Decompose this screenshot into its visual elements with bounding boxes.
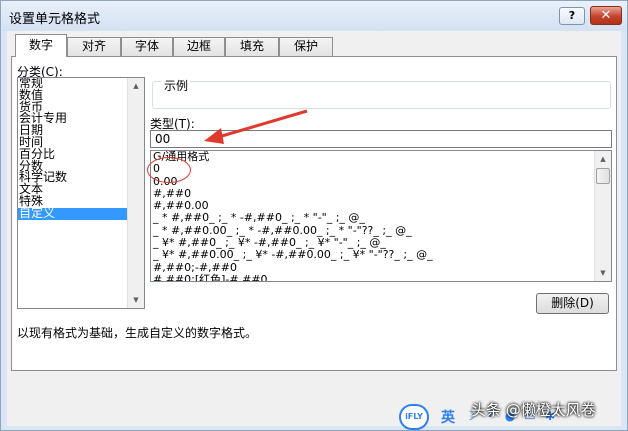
tab-alignment[interactable]: 对齐 <box>67 37 121 56</box>
tab-font[interactable]: 字体 <box>121 37 173 56</box>
scroll-down-arrow-icon[interactable]: ▼ <box>595 265 611 281</box>
tab-fill[interactable]: 填充 <box>225 37 279 56</box>
title-bar[interactable]: 设置单元格格式 ? ✕ <box>1 1 627 31</box>
format-cells-dialog: 设置单元格格式 ? ✕ 数字 对齐 字体 边框 填充 保护 分类(C): 常规 … <box>0 0 628 431</box>
ifly-logo-icon[interactable]: iFLY <box>399 404 429 430</box>
format-item[interactable]: 0.00 <box>151 175 611 188</box>
category-item-custom[interactable]: 自定义 <box>18 207 144 220</box>
format-item[interactable]: #,##0 <box>151 187 611 200</box>
scroll-up-arrow-icon[interactable]: ▲ <box>595 151 611 167</box>
tab-number[interactable]: 数字 <box>15 34 67 57</box>
ime-language-toggle[interactable]: 英 <box>441 407 455 427</box>
sample-label: 示例 <box>162 77 191 94</box>
scroll-thumb[interactable] <box>596 168 610 184</box>
category-scrollbar[interactable]: ▲ ▼ <box>127 78 144 308</box>
format-list[interactable]: G/通用格式 0 0.00 #,##0 #,##0.00 _ * #,##0_ … <box>150 150 612 282</box>
help-button[interactable]: ? <box>559 7 585 25</box>
sample-box <box>152 81 611 109</box>
format-scrollbar[interactable]: ▲ ▼ <box>594 151 611 281</box>
scroll-up-arrow-icon[interactable]: ▲ <box>128 78 144 94</box>
format-item[interactable]: _ * #,##0_ ;_ * -#,##0_ ;_ * "-"_ ;_ @_ <box>151 212 611 224</box>
watermark: 头条 @懒橙太风卷 <box>471 401 596 419</box>
category-list[interactable]: 常规 数值 货币 会计专用 日期 时间 百分比 分数 科学记数 文本 特殊 自定… <box>17 77 145 309</box>
close-button[interactable]: ✕ <box>590 6 622 25</box>
format-item[interactable]: G/通用格式 <box>151 151 611 163</box>
scroll-down-arrow-icon[interactable]: ▼ <box>128 292 144 308</box>
type-input[interactable] <box>150 130 612 148</box>
dialog-title: 设置单元格格式 <box>9 12 101 27</box>
format-item[interactable]: #,##0;[红色]-#,##0 <box>151 273 611 281</box>
delete-button[interactable]: 删除(D) <box>536 293 609 314</box>
tab-border[interactable]: 边框 <box>173 37 225 56</box>
format-item[interactable]: 0 <box>151 163 611 175</box>
format-item[interactable]: _ ¥* #,##0.00_ ;_ ¥* -#,##0.00_ ;_ ¥* "-… <box>151 249 611 261</box>
format-description: 以现有格式为基础，生成自定义的数字格式。 <box>17 326 258 340</box>
tab-protection[interactable]: 保护 <box>279 37 333 56</box>
dialog-body: 数字 对齐 字体 边框 填充 保护 分类(C): 常规 数值 货币 会计专用 日… <box>7 31 621 426</box>
